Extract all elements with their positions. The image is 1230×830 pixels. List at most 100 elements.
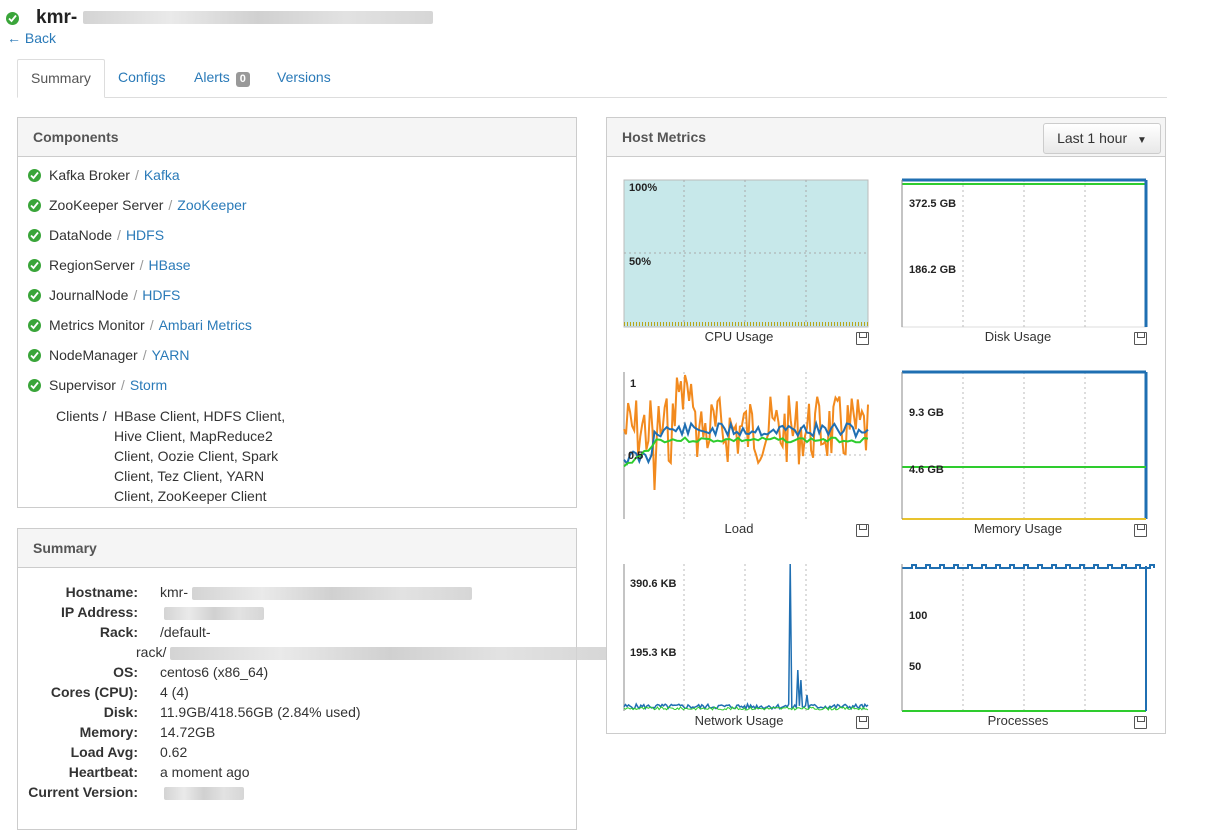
service-link[interactable]: HDFS: [126, 227, 164, 243]
processes-tick-100: 100: [909, 610, 927, 622]
memory-tick-mid: 4.6 GB: [909, 464, 944, 476]
service-link[interactable]: YARN: [152, 347, 190, 363]
redacted-value: [164, 786, 244, 800]
summary-value: kmr-: [160, 584, 472, 600]
summary-panel: Summary Hostname: kmr- IP Address: Rack: /de…: [17, 528, 611, 830]
summary-value-text: 14.72GB: [160, 724, 216, 740]
summary-label: Current Version:: [28, 784, 138, 800]
list-item: JournalNode / HDFS: [28, 287, 180, 303]
summary-value: 11.9GB/418.56GB (2.84% used): [160, 704, 361, 720]
service-link[interactable]: Kafka: [144, 167, 180, 183]
check-circle-icon: [28, 229, 41, 242]
separator: /: [168, 197, 173, 213]
page-title: kmr-: [36, 7, 434, 29]
load-title: Load: [724, 521, 754, 536]
component-name: JournalNode: [49, 287, 129, 303]
tab-versions[interactable]: Versions: [264, 59, 344, 96]
tab-configs-label: Configs: [118, 69, 166, 85]
check-circle-icon: [28, 349, 41, 362]
clients-label: Clients /: [56, 408, 107, 424]
save-icon[interactable]: [1134, 332, 1147, 345]
separator: /: [133, 287, 138, 303]
load-tick-half: 0.5: [628, 450, 643, 462]
processes-chart[interactable]: 100 50: [901, 564, 1155, 712]
processes-title: Processes: [987, 713, 1049, 728]
summary-label: OS:: [113, 664, 138, 680]
caret-down-icon: ▼: [1137, 135, 1147, 146]
memory-usage-chart[interactable]: 9.3 GB 4.6 GB: [901, 370, 1148, 520]
summary-label: Load Avg:: [70, 744, 138, 760]
summary-value: a moment ago: [160, 764, 250, 780]
network-tick-mid: 195.3 KB: [630, 647, 677, 659]
summary-value-text: centos6 (x86_64): [160, 664, 269, 680]
summary-label: Hostname:: [65, 584, 138, 600]
load-chart[interactable]: 1 0.5: [623, 372, 869, 519]
summary-value: 0.62: [160, 744, 187, 760]
save-icon[interactable]: [856, 524, 869, 537]
list-item: RegionServer / HBase: [28, 257, 191, 273]
separator: /: [149, 317, 154, 333]
save-icon[interactable]: [1134, 716, 1147, 729]
component-name: Metrics Monitor: [49, 317, 145, 333]
separator: /: [139, 257, 144, 273]
component-name: DataNode: [49, 227, 113, 243]
summary-value: /default-: [160, 624, 211, 640]
save-icon[interactable]: [856, 716, 869, 729]
time-range-dropdown[interactable]: Last 1 hour ▼: [1043, 123, 1161, 154]
cpu-usage-title: CPU Usage: [704, 329, 774, 344]
check-circle-icon: [28, 379, 41, 392]
component-name: Kafka Broker: [49, 167, 130, 183]
summary-value-text: 4 (4): [160, 684, 189, 700]
disk-tick-high: 372.5 GB: [909, 198, 956, 210]
summary-label: Rack:: [99, 624, 138, 640]
check-circle-icon: [28, 169, 41, 182]
redacted-value: [164, 606, 264, 620]
tab-configs[interactable]: Configs: [105, 59, 178, 96]
summary-label: Disk:: [103, 704, 138, 720]
arrow-left-icon: ←: [7, 30, 21, 46]
summary-value-text: rack/: [136, 644, 167, 660]
list-item: ZooKeeper Server / ZooKeeper: [28, 197, 247, 213]
memory-usage-title: Memory Usage: [973, 521, 1063, 536]
cpu-usage-chart[interactable]: 100% 50%: [623, 179, 869, 328]
load-tick-1: 1: [630, 378, 636, 390]
clients-line: Client, Tez Client, YARN: [114, 468, 265, 484]
tab-summary[interactable]: Summary: [17, 59, 105, 98]
components-title: Components: [18, 118, 576, 157]
service-link[interactable]: HBase: [149, 257, 191, 273]
summary-label: Heartbeat:: [68, 764, 138, 780]
save-icon[interactable]: [856, 332, 869, 345]
check-circle-icon: [28, 319, 41, 332]
time-range-label: Last 1 hour: [1057, 130, 1128, 146]
disk-usage-title: Disk Usage: [984, 329, 1052, 344]
service-link[interactable]: Ambari Metrics: [159, 317, 252, 333]
service-link[interactable]: Storm: [130, 377, 167, 393]
tab-versions-label: Versions: [277, 69, 331, 85]
disk-usage-chart[interactable]: 372.5 GB 186.2 GB: [901, 178, 1148, 328]
component-name: RegionServer: [49, 257, 135, 273]
network-usage-chart[interactable]: 390.6 KB 195.3 KB: [623, 563, 869, 711]
summary-value-text: kmr-: [160, 584, 188, 600]
tab-summary-label: Summary: [31, 70, 91, 86]
save-icon[interactable]: [1134, 524, 1147, 537]
list-item: Kafka Broker / Kafka: [28, 167, 180, 183]
tab-alerts[interactable]: Alerts 0: [181, 59, 263, 96]
summary-label: Memory:: [79, 724, 138, 740]
component-name: Supervisor: [49, 377, 116, 393]
network-tick-high: 390.6 KB: [630, 578, 677, 590]
components-panel: Components Kafka Broker / Kafka ZooKeeper S…: [17, 117, 577, 508]
status-ok-icon: [6, 12, 19, 25]
list-item: Supervisor / Storm: [28, 377, 167, 393]
summary-value: rack/: [136, 644, 611, 660]
alerts-count-badge: 0: [235, 72, 250, 87]
list-item: Metrics Monitor / Ambari Metrics: [28, 317, 252, 333]
back-label: Back: [24, 30, 57, 46]
summary-value-text: 11.9GB/418.56GB (2.84% used): [160, 704, 361, 720]
service-link[interactable]: HDFS: [142, 287, 180, 303]
separator: /: [120, 377, 125, 393]
component-name: ZooKeeper Server: [49, 197, 164, 213]
redacted-hostname: [83, 11, 434, 25]
back-link[interactable]: ← Back: [7, 30, 56, 46]
redacted-value: [170, 646, 611, 660]
service-link[interactable]: ZooKeeper: [177, 197, 246, 213]
